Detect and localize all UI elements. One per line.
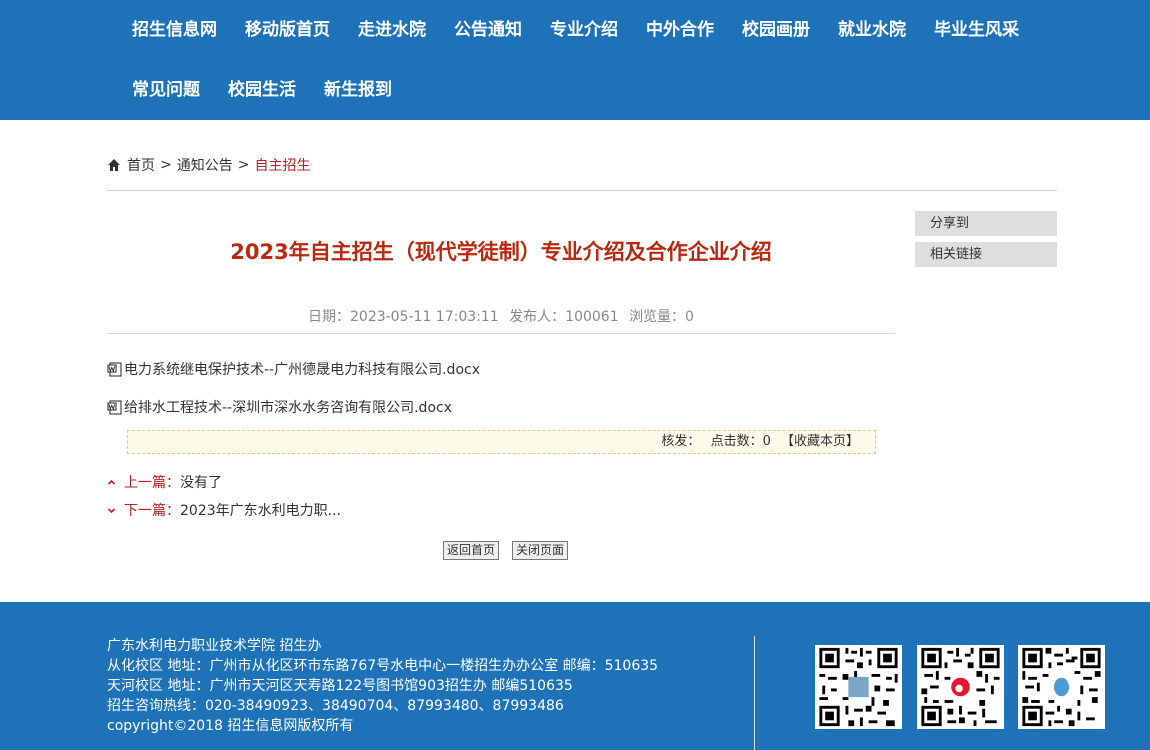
qr-code-qq — [1018, 645, 1105, 729]
next-label: 下一篇： — [124, 503, 180, 519]
nav-item-majors[interactable]: 专业介绍 — [536, 0, 632, 60]
qr-code-icon — [1022, 647, 1101, 727]
footer-divider — [754, 636, 755, 750]
nav-item-mobile-home[interactable]: 移动版首页 — [231, 0, 344, 60]
word-document-icon — [107, 400, 122, 415]
nav-item-graduates[interactable]: 毕业生风采 — [920, 0, 1033, 60]
footer-line: 天河校区 地址：广州市天河区天寿路122号图书馆903招生办 邮编510635 — [107, 678, 573, 694]
favorite-link[interactable]: 【收藏本页】 — [781, 434, 859, 449]
footer-line: copyright©2018 招生信息网版权所有 — [107, 718, 354, 734]
home-icon — [108, 159, 120, 171]
next-article: 下一篇： 2023年广东水利电力职... — [107, 500, 341, 520]
share-box[interactable]: 分享到 — [915, 211, 1057, 236]
article-date: 日期：2023-05-11 17:03:11 — [308, 309, 499, 325]
nav-item-freshman[interactable]: 新生报到 — [310, 60, 406, 120]
nav-item-zsxxw[interactable]: 招生信息网 — [118, 0, 231, 60]
click-count: 点击数：0 — [710, 434, 771, 449]
previous-article: 上一篇： 没有了 — [107, 472, 222, 492]
breadcrumb-home[interactable]: 首页 — [127, 155, 155, 175]
footer: 广东水利电力职业技术学院 招生办 从化校区 地址：广州市从化区环市东路767号水… — [0, 602, 1150, 750]
qr-code-icon — [921, 647, 1000, 727]
article-info-bar: 核发： 点击数：0 【收藏本页】 — [127, 430, 876, 454]
nav-item-cooperation[interactable]: 中外合作 — [632, 0, 728, 60]
qr-code-weibo — [917, 645, 1004, 729]
approve-label: 核发： — [661, 434, 701, 449]
article-divider — [107, 333, 895, 334]
nav-item-faq[interactable]: 常见问题 — [118, 60, 214, 120]
back-home-button[interactable]: 返回首页 — [443, 541, 500, 560]
chevron-up-icon — [107, 479, 116, 485]
word-document-icon — [107, 362, 122, 377]
breadcrumb: 首页 > 通知公告 > 自主招生 — [107, 155, 310, 175]
footer-line: 广东水利电力职业技术学院 招生办 — [107, 638, 322, 654]
breadcrumb-section[interactable]: 通知公告 — [177, 155, 233, 175]
nav-row-2: 常见问题 校园生活 新生报到 — [118, 60, 406, 120]
breadcrumb-separator: > — [160, 157, 172, 173]
nav-item-campus-life[interactable]: 校园生活 — [214, 60, 310, 120]
footer-line: 从化校区 地址：广州市从化区环市东路767号水电中心一楼招生办办公室 邮编：51… — [107, 658, 659, 674]
close-page-button[interactable]: 关闭页面 — [512, 541, 569, 560]
nav-item-employment[interactable]: 就业水院 — [824, 0, 920, 60]
related-links-box[interactable]: 相关链接 — [915, 242, 1057, 267]
nav-item-album[interactable]: 校园画册 — [728, 0, 824, 60]
top-navigation: 招生信息网 移动版首页 走进水院 公告通知 专业介绍 中外合作 校园画册 就业水… — [0, 0, 1150, 120]
attachment-name[interactable]: 电力系统继电保护技术--广州德晟电力科技有限公司.docx — [124, 359, 480, 379]
article-views: 浏览量：0 — [629, 309, 694, 325]
article-title: 2023年自主招生（现代学徒制）专业介绍及合作企业介绍 — [230, 240, 772, 264]
next-link[interactable]: 2023年广东水利电力职... — [180, 500, 341, 520]
article-meta: 日期：2023-05-11 17:03:11 发布人：100061 浏览量：0 — [107, 306, 895, 326]
nav-item-notices[interactable]: 公告通知 — [440, 0, 536, 60]
attachment-link[interactable]: 电力系统继电保护技术--广州德晟电力科技有限公司.docx — [107, 359, 480, 379]
qr-code-icon — [819, 647, 898, 727]
article-publisher: 发布人：100061 — [509, 309, 619, 325]
breadcrumb-divider — [107, 190, 1057, 191]
footer-info: 广东水利电力职业技术学院 招生办 从化校区 地址：广州市从化区环市东路767号水… — [107, 636, 658, 736]
chevron-down-icon — [107, 507, 116, 513]
attachment-link[interactable]: 给排水工程技术--深圳市深水水务咨询有限公司.docx — [107, 397, 452, 417]
previous-label: 上一篇： — [124, 475, 180, 491]
qr-code-wechat — [815, 645, 902, 729]
breadcrumb-current[interactable]: 自主招生 — [254, 155, 310, 175]
nav-row-1: 招生信息网 移动版首页 走进水院 公告通知 专业介绍 中外合作 校园画册 就业水… — [118, 0, 1033, 60]
breadcrumb-separator: > — [237, 157, 250, 173]
footer-line: 招生咨询热线：020-38490923、38490704、87993480、87… — [107, 698, 564, 714]
nav-item-about[interactable]: 走进水院 — [344, 0, 440, 60]
attachment-name[interactable]: 给排水工程技术--深圳市深水水务咨询有限公司.docx — [124, 397, 452, 417]
previous-link[interactable]: 没有了 — [180, 472, 222, 492]
